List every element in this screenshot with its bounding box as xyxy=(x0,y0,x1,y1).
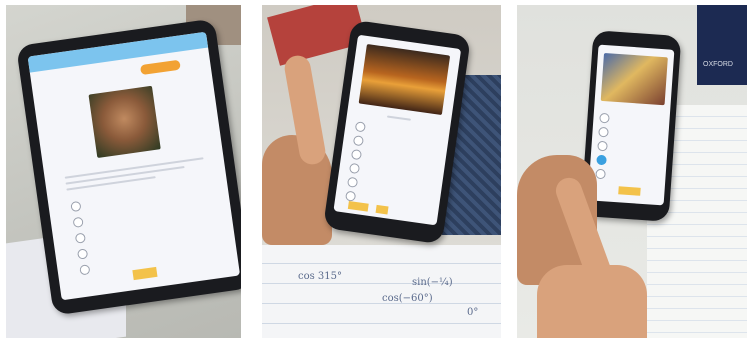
submit-button[interactable] xyxy=(132,266,158,281)
notebook-page: cos 315° cos(−60°) sin(−¼) 0° xyxy=(262,245,501,338)
handwritten-note: cos(−60°) xyxy=(382,293,433,304)
handwritten-note: cos 315° xyxy=(298,271,343,282)
submit-button[interactable] xyxy=(618,186,641,196)
photo-panel-2: cos 315° cos(−60°) sin(−¼) 0° xyxy=(262,5,501,338)
answer-option-radio[interactable] xyxy=(595,168,606,180)
smartphone xyxy=(16,18,241,316)
question-castle-image xyxy=(358,43,451,116)
answer-option-radio-selected[interactable] xyxy=(596,154,607,166)
timer-pill xyxy=(139,59,181,76)
answer-option-radio[interactable] xyxy=(352,135,365,147)
answer-option-radio[interactable] xyxy=(597,140,608,152)
book-label: OXFORD xyxy=(703,61,733,68)
next-button[interactable] xyxy=(375,204,389,215)
photo-panel-1 xyxy=(6,5,241,338)
question-portrait-image xyxy=(88,85,161,159)
answer-option-radio[interactable] xyxy=(76,248,89,260)
answer-option-radio[interactable] xyxy=(598,126,609,138)
answer-option-radio[interactable] xyxy=(70,200,82,213)
answer-option-radio[interactable] xyxy=(350,148,363,161)
oxford-book: OXFORD xyxy=(697,5,747,85)
answer-option-radio[interactable] xyxy=(79,264,91,276)
answer-option-radio[interactable] xyxy=(74,232,87,244)
answer-option-radio[interactable] xyxy=(344,190,357,202)
submit-button[interactable] xyxy=(347,200,369,212)
answer-option-radio[interactable] xyxy=(348,162,361,175)
answer-option-radio[interactable] xyxy=(354,121,367,133)
handwritten-note: sin(−¼) xyxy=(412,277,453,288)
hand-back xyxy=(537,265,647,338)
question-scene-image xyxy=(600,52,668,106)
answer-option-radio[interactable] xyxy=(72,216,84,228)
phone-screen xyxy=(587,44,675,206)
answer-option-radio[interactable] xyxy=(346,176,359,188)
handwritten-note: 0° xyxy=(467,307,479,318)
phone-screen xyxy=(333,34,462,226)
phone-screen xyxy=(27,31,241,301)
photo-panel-3: OXFORD xyxy=(517,5,747,338)
answer-option-radio[interactable] xyxy=(599,112,610,124)
